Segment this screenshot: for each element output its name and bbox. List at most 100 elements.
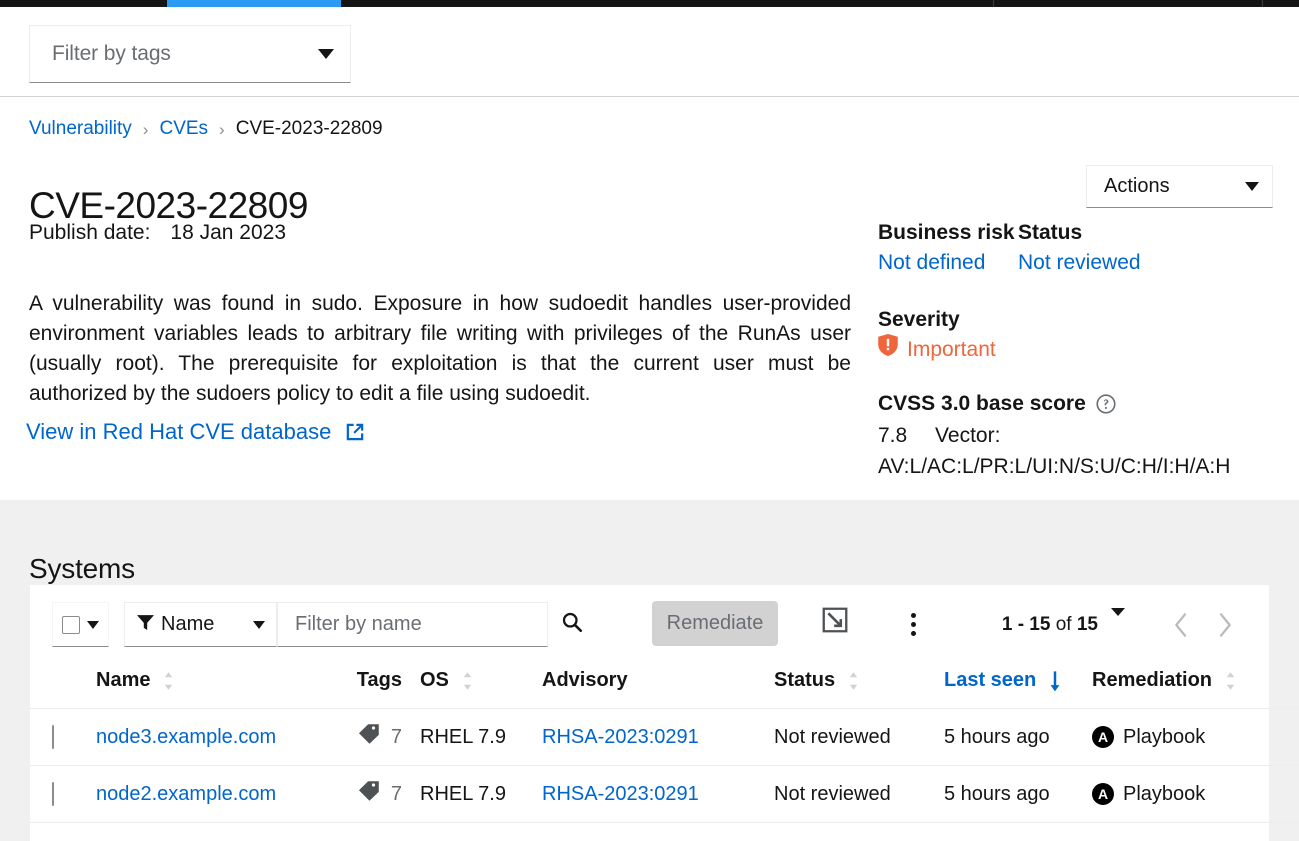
checkbox-icon[interactable]	[62, 615, 80, 634]
search-input[interactable]	[293, 612, 562, 637]
row-actions-cell[interactable]	[1272, 708, 1299, 766]
cvss-block: CVSS 3.0 base score 7.8 Vector: AV:L/AC:…	[878, 392, 1278, 482]
search-icon[interactable]	[562, 612, 583, 637]
sort-icon	[1225, 671, 1236, 691]
systems-table-body: node3.example.com 7 RHEL 7.9 RHSA-2023:0…	[30, 708, 1299, 823]
chevron-down-icon	[318, 49, 334, 59]
ansible-icon: A	[1092, 726, 1114, 748]
pagination-total: 15	[1076, 613, 1098, 635]
row-name-cell: node2.example.com	[96, 765, 302, 823]
help-circle-icon[interactable]	[1096, 394, 1116, 414]
pagination: 1 - 15 of 15	[1002, 602, 1247, 647]
chevron-down-icon	[253, 620, 265, 629]
active-nav-tab-indicator[interactable]	[167, 0, 341, 7]
chevron-down-icon	[1111, 607, 1125, 633]
table-header-row: Name Tags OS Advisory Status Last seen R…	[30, 663, 1299, 709]
tag-count: 7	[390, 725, 402, 748]
search-field[interactable]	[277, 602, 583, 647]
row-select-cell[interactable]	[30, 708, 96, 766]
bulk-select-dropdown[interactable]	[52, 602, 109, 647]
breadcrumb-item-cves[interactable]: CVEs	[159, 118, 208, 140]
remediation-label: Playbook	[1123, 782, 1206, 805]
sort-icon	[462, 671, 473, 691]
pagination-range: 1 - 15	[1001, 613, 1051, 635]
table-row[interactable]: node2.example.com 7 RHEL 7.9 RHSA-2023:0…	[30, 765, 1299, 823]
business-risk-value[interactable]: Not defined	[878, 247, 1018, 278]
row-kebab-menu[interactable]	[1272, 783, 1299, 806]
chevron-right-icon: ›	[142, 119, 149, 139]
row-os-cell: RHEL 7.9	[420, 708, 542, 766]
row-tags-cell: 7	[302, 765, 420, 823]
breadcrumb-item-vulnerability[interactable]: Vulnerability	[29, 118, 132, 140]
cve-description: A vulnerability was found in sudo. Expos…	[29, 292, 851, 405]
systems-section: Systems Name Remediate	[0, 500, 1299, 841]
remediate-button[interactable]: Remediate	[652, 601, 778, 646]
column-header-os[interactable]: OS	[420, 663, 542, 709]
expand-icon[interactable]	[822, 607, 848, 638]
column-header-status[interactable]: Status	[774, 663, 944, 709]
pagination-next-button[interactable]	[1203, 605, 1247, 645]
per-page-dropdown[interactable]	[1111, 607, 1125, 634]
filter-by-tags-select[interactable]: Filter by tags	[29, 25, 351, 83]
column-label-remediation: Remediation	[1092, 669, 1213, 691]
publish-date-label: Publish date:	[29, 221, 151, 244]
row-kebab-menu[interactable]	[1272, 726, 1299, 749]
checkbox-icon[interactable]	[52, 781, 54, 806]
severity-important-shield-icon	[878, 334, 898, 365]
column-label-tags: Tags	[356, 669, 402, 691]
cve-summary-panel: Business risk Not defined Status Not rev…	[878, 218, 1278, 482]
toolbar-kebab-menu[interactable]	[896, 604, 930, 644]
column-label-last-seen: Last seen	[944, 669, 1037, 691]
cvss-vector-label: Vector:	[935, 424, 1001, 447]
systems-section-title: Systems	[29, 553, 135, 585]
system-name-link[interactable]: node2.example.com	[96, 783, 276, 805]
column-header-tags: Tags	[302, 663, 420, 709]
systems-table: Name Tags OS Advisory Status Last seen R…	[30, 663, 1299, 823]
severity-label: Severity	[878, 308, 960, 331]
external-link-label: View in Red Hat CVE database	[26, 419, 332, 444]
business-risk-label: Business risk	[878, 221, 1015, 244]
column-label-name: Name	[96, 669, 151, 691]
publish-date-row: Publish date: 18 Jan 2023	[29, 221, 286, 245]
sort-desc-icon	[1049, 670, 1061, 692]
column-header-actions	[1272, 663, 1299, 709]
advisory-link[interactable]: RHSA-2023:0291	[542, 783, 699, 805]
table-row[interactable]: node3.example.com 7 RHEL 7.9 RHSA-2023:0…	[30, 708, 1299, 766]
advisory-link[interactable]: RHSA-2023:0291	[542, 726, 699, 748]
actions-dropdown-button[interactable]: Actions	[1086, 165, 1273, 208]
row-name-cell: node3.example.com	[96, 708, 302, 766]
row-advisory-cell: RHSA-2023:0291	[542, 765, 774, 823]
cvss-label: CVSS 3.0 base score	[878, 392, 1086, 415]
tag-count: 7	[390, 782, 402, 805]
cvss-label-row: CVSS 3.0 base score	[878, 392, 1278, 416]
breadcrumb: Vulnerability › CVEs › CVE-2023-22809	[29, 118, 383, 140]
status-value[interactable]: Not reviewed	[1018, 247, 1141, 278]
row-last-seen-cell: 5 hours ago	[944, 708, 1092, 766]
tag-icon	[358, 724, 380, 750]
column-header-advisory: Advisory	[542, 663, 774, 709]
filter-category-dropdown[interactable]: Name	[124, 602, 277, 647]
column-header-last-seen[interactable]: Last seen	[944, 663, 1092, 709]
chevron-down-icon	[1245, 182, 1259, 191]
column-header-remediation[interactable]: Remediation	[1092, 663, 1272, 709]
row-status-cell: Not reviewed	[774, 765, 944, 823]
system-name-link[interactable]: node3.example.com	[96, 726, 276, 748]
external-link-icon	[344, 421, 366, 443]
kebab-vertical-icon	[910, 621, 916, 627]
pagination-prev-button[interactable]	[1159, 605, 1203, 645]
checkbox-icon[interactable]	[52, 724, 54, 749]
row-advisory-cell: RHSA-2023:0291	[542, 708, 774, 766]
remediation-label: Playbook	[1123, 725, 1206, 748]
publish-date-value: 18 Jan 2023	[170, 221, 287, 244]
row-select-cell[interactable]	[30, 765, 96, 823]
business-risk-block: Business risk Not defined	[878, 218, 1018, 278]
column-header-name[interactable]: Name	[96, 663, 302, 709]
row-actions-cell[interactable]	[1272, 765, 1299, 823]
status-badge-severity: Important	[878, 334, 1278, 365]
view-in-redhat-cve-database-link[interactable]: View in Red Hat CVE database	[26, 419, 366, 445]
filter-icon	[137, 614, 154, 636]
filter-by-tags-label: Filter by tags	[52, 42, 171, 65]
masthead-divider	[993, 0, 994, 7]
kebab-vertical-icon	[910, 630, 916, 636]
pagination-summary: 1 - 15 of 15	[1002, 614, 1098, 636]
